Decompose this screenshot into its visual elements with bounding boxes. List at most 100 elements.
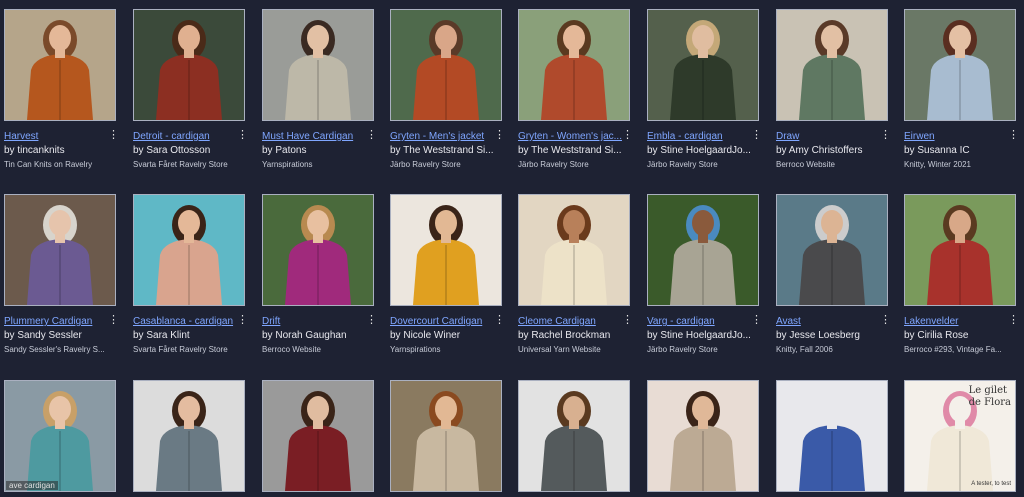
pattern-photo[interactable] bbox=[262, 380, 374, 492]
pattern-photo[interactable] bbox=[133, 380, 245, 492]
pattern-title-link[interactable]: Eirwen bbox=[904, 130, 1010, 143]
designer-link[interactable]: Susanna IC bbox=[917, 145, 969, 156]
pattern-title-link[interactable]: Avast bbox=[776, 315, 882, 328]
pattern-title-link[interactable]: Dovercourt Cardigan bbox=[390, 315, 496, 328]
designer-link[interactable]: Jesse Loesberg bbox=[789, 330, 860, 341]
pattern-source-link[interactable]: Knitty, Winter 2021 bbox=[904, 159, 1016, 170]
pattern-photo[interactable] bbox=[518, 194, 630, 306]
pattern-source-link[interactable]: Tin Can Knits on Ravelry bbox=[4, 159, 116, 170]
pattern-source-link[interactable]: Berroco Website bbox=[262, 344, 374, 355]
more-vertical-icon[interactable]: ⋮ bbox=[880, 130, 891, 141]
pattern-source-link[interactable]: Järbo Ravelry Store bbox=[647, 159, 759, 170]
designer-link[interactable]: Sandy Sessler bbox=[17, 330, 81, 341]
designer-link[interactable]: The Weststrand Si... bbox=[403, 145, 493, 156]
pattern-title-link[interactable]: Gryten - Men's jacket bbox=[390, 130, 496, 143]
pattern-source-link[interactable]: Järbo Ravelry Store bbox=[390, 159, 502, 170]
pattern-source-link[interactable]: Knitty, Fall 2006 bbox=[776, 344, 888, 355]
more-vertical-icon[interactable]: ⋮ bbox=[1008, 130, 1019, 141]
designer-link[interactable]: Cirilia Rose bbox=[917, 330, 968, 341]
more-vertical-icon[interactable]: ⋮ bbox=[880, 315, 891, 326]
pattern-grid: Harvest ⋮ by tincanknits Tin Can Knits on R… bbox=[0, 0, 1024, 497]
pattern-source-link[interactable]: Järbo Ravelry Store bbox=[647, 344, 759, 355]
designer-link[interactable]: Stine HoelgaardJo... bbox=[660, 330, 751, 341]
pattern-photo[interactable] bbox=[390, 194, 502, 306]
more-vertical-icon[interactable]: ⋮ bbox=[366, 315, 377, 326]
designer-link[interactable]: Amy Christoffers bbox=[789, 145, 863, 156]
more-vertical-icon[interactable]: ⋮ bbox=[237, 315, 248, 326]
pattern-photo[interactable] bbox=[776, 380, 888, 492]
pattern-photo[interactable] bbox=[262, 194, 374, 306]
pattern-title-link[interactable]: Varg - cardigan bbox=[647, 315, 753, 328]
pattern-photo[interactable] bbox=[904, 194, 1016, 306]
pattern-title-link[interactable]: Cleome Cardigan bbox=[518, 315, 624, 328]
designer-link[interactable]: Nicole Winer bbox=[403, 330, 460, 341]
pattern-title-link[interactable]: Gryten - Women's jac... bbox=[518, 130, 624, 143]
pattern-photo[interactable] bbox=[390, 380, 502, 492]
designer-link[interactable]: Sara Ottosson bbox=[146, 145, 210, 156]
photo-illustration bbox=[519, 195, 629, 305]
pattern-title-link[interactable]: Embla - cardigan bbox=[647, 130, 753, 143]
pattern-source-link[interactable]: Järbo Ravelry Store bbox=[518, 159, 630, 170]
more-vertical-icon[interactable]: ⋮ bbox=[108, 315, 119, 326]
pattern-source-link[interactable]: Berroco Website bbox=[776, 159, 888, 170]
photo-illustration bbox=[519, 10, 629, 120]
pattern-source-link[interactable]: Berroco #293, Vintage Fa... bbox=[904, 344, 1016, 355]
designer-link[interactable]: Sara Klint bbox=[146, 330, 189, 341]
pattern-photo[interactable] bbox=[518, 380, 630, 492]
more-vertical-icon[interactable]: ⋮ bbox=[1008, 315, 1019, 326]
pattern-card: Casablanca - cardigan ⋮ by Sara Klint Svart… bbox=[133, 194, 251, 355]
pattern-photo[interactable]: ave cardigan bbox=[4, 380, 116, 492]
pattern-photo[interactable] bbox=[390, 9, 502, 121]
more-vertical-icon[interactable]: ⋮ bbox=[622, 130, 633, 141]
pattern-photo[interactable] bbox=[133, 9, 245, 121]
designer-line: by Sara Ottosson bbox=[133, 144, 245, 157]
designer-link[interactable]: tincanknits bbox=[17, 145, 64, 156]
more-vertical-icon[interactable]: ⋮ bbox=[494, 130, 505, 141]
pattern-source-link[interactable]: Svarta Fåret Ravelry Store bbox=[133, 344, 245, 355]
pattern-title-link[interactable]: Draw bbox=[776, 130, 882, 143]
pattern-photo[interactable] bbox=[133, 194, 245, 306]
pattern-title-link[interactable]: Plummery Cardigan bbox=[4, 315, 110, 328]
pattern-title-link[interactable]: Detroit - cardigan bbox=[133, 130, 239, 143]
designer-link[interactable]: Stine HoelgaardJo... bbox=[660, 145, 751, 156]
more-vertical-icon[interactable]: ⋮ bbox=[494, 315, 505, 326]
pattern-photo[interactable] bbox=[518, 9, 630, 121]
pattern-source-link[interactable]: Yarnspirations bbox=[262, 159, 374, 170]
pattern-source-link[interactable]: Yarnspirations bbox=[390, 344, 502, 355]
card-title-row: Drift ⋮ bbox=[262, 315, 380, 328]
pattern-title-link[interactable]: Lakenvelder bbox=[904, 315, 1010, 328]
designer-link[interactable]: Patons bbox=[275, 145, 306, 156]
more-vertical-icon[interactable]: ⋮ bbox=[237, 130, 248, 141]
photo-illustration bbox=[519, 381, 629, 491]
pattern-photo[interactable] bbox=[4, 9, 116, 121]
more-vertical-icon[interactable]: ⋮ bbox=[108, 130, 119, 141]
more-vertical-icon[interactable]: ⋮ bbox=[751, 130, 762, 141]
designer-link[interactable]: Norah Gaughan bbox=[275, 330, 346, 341]
pattern-title-link[interactable]: Harvest bbox=[4, 130, 110, 143]
pattern-title-link[interactable]: Drift bbox=[262, 315, 368, 328]
photo-illustration bbox=[263, 10, 373, 120]
pattern-source-link[interactable]: Svarta Fåret Ravelry Store bbox=[133, 159, 245, 170]
designer-link[interactable]: Rachel Brockman bbox=[531, 330, 610, 341]
pattern-photo[interactable] bbox=[647, 194, 759, 306]
pattern-title-link[interactable]: Casablanca - cardigan bbox=[133, 315, 239, 328]
more-vertical-icon[interactable]: ⋮ bbox=[751, 315, 762, 326]
photo-illustration bbox=[648, 10, 758, 120]
pattern-photo[interactable] bbox=[904, 9, 1016, 121]
pattern-card: Harvest ⋮ by tincanknits Tin Can Knits on R… bbox=[4, 9, 122, 170]
pattern-photo[interactable] bbox=[776, 9, 888, 121]
pattern-photo[interactable]: Le gilet de Flora A tester, to test bbox=[904, 380, 1016, 492]
designer-link[interactable]: The Weststrand Si... bbox=[531, 145, 621, 156]
pattern-photo[interactable] bbox=[776, 194, 888, 306]
pattern-source-link[interactable]: Universal Yarn Website bbox=[518, 344, 630, 355]
more-vertical-icon[interactable]: ⋮ bbox=[622, 315, 633, 326]
pattern-source-link[interactable]: Sandy Sessler's Ravelry S... bbox=[4, 344, 116, 355]
pattern-photo[interactable] bbox=[647, 380, 759, 492]
pattern-photo[interactable] bbox=[262, 9, 374, 121]
pattern-card: Le gilet de Flora A tester, to test bbox=[904, 380, 1022, 492]
more-vertical-icon[interactable]: ⋮ bbox=[366, 130, 377, 141]
pattern-card bbox=[647, 380, 765, 492]
pattern-photo[interactable] bbox=[4, 194, 116, 306]
pattern-title-link[interactable]: Must Have Cardigan bbox=[262, 130, 368, 143]
pattern-photo[interactable] bbox=[647, 9, 759, 121]
